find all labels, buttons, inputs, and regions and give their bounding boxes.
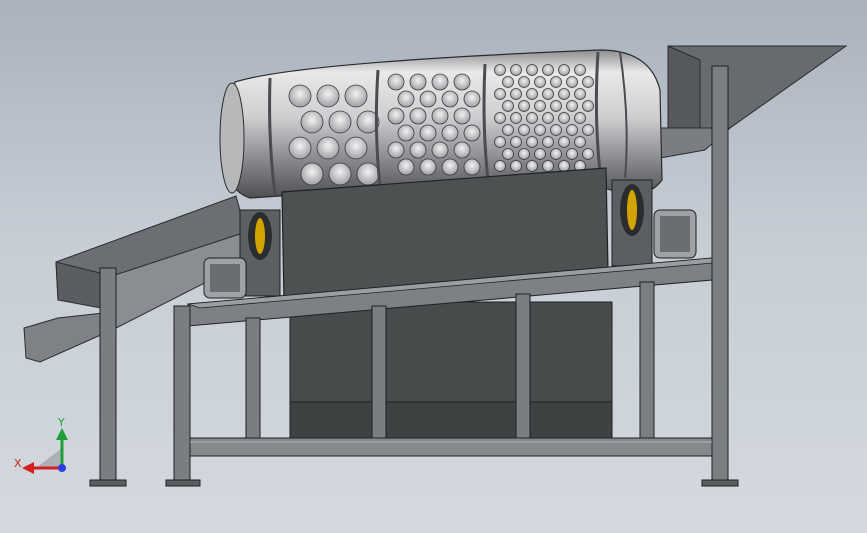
screen-hole <box>542 88 554 100</box>
screen-hole <box>387 73 405 91</box>
screen-hole <box>534 100 546 112</box>
screen-hole <box>494 64 506 76</box>
screen-hole <box>566 76 578 88</box>
screen-hole <box>526 160 538 172</box>
screen-hole <box>510 136 522 148</box>
screen-hole <box>431 73 449 91</box>
screen-hole <box>409 141 427 159</box>
screen-hole <box>328 162 352 186</box>
screen-hole <box>502 100 514 112</box>
screen-hole <box>574 88 586 100</box>
screen-hole <box>534 76 546 88</box>
screen-hole <box>510 88 522 100</box>
screen-hole <box>419 90 437 108</box>
screen-hole <box>550 148 562 160</box>
screen-hole <box>453 107 471 125</box>
screen-hole <box>344 136 368 160</box>
screen-hole <box>494 112 506 124</box>
screen-hole <box>534 124 546 136</box>
screen-hole <box>463 158 481 176</box>
screen-hole <box>582 148 594 160</box>
screen-hole <box>441 124 459 142</box>
screen-hole <box>502 76 514 88</box>
x-axis-label: X <box>14 457 22 470</box>
screen-hole <box>582 124 594 136</box>
screen-hole <box>502 148 514 160</box>
screen-hole <box>419 124 437 142</box>
screen-hole <box>550 124 562 136</box>
screen-hole <box>397 90 415 108</box>
screen-hole <box>463 124 481 142</box>
screen-hole <box>558 112 570 124</box>
screen-hole <box>566 148 578 160</box>
screen-hole <box>534 148 546 160</box>
feed-hopper <box>659 45 848 159</box>
screen-hole <box>582 76 594 88</box>
screen-hole <box>526 112 538 124</box>
screen-hole <box>494 160 506 172</box>
screen-hole <box>441 158 459 176</box>
collection-bins <box>289 301 613 439</box>
screen-hole <box>288 84 312 108</box>
screen-hole <box>494 88 506 100</box>
screen-hole <box>316 84 340 108</box>
screen-hole <box>387 141 405 159</box>
model-view[interactable]: Y X <box>0 0 867 533</box>
frame-bottom-beam <box>189 437 713 457</box>
screen-hole <box>518 124 530 136</box>
screen-hole <box>526 136 538 148</box>
screen-hole <box>566 124 578 136</box>
screen-hole <box>542 160 554 172</box>
screen-hole <box>558 64 570 76</box>
screen-hole <box>409 107 427 125</box>
screen-hole <box>300 162 324 186</box>
screen-hole <box>431 141 449 159</box>
screen-hole <box>316 136 340 160</box>
screen-hole <box>582 100 594 112</box>
screen-hole <box>518 148 530 160</box>
screen-hole <box>328 110 352 134</box>
screen-hole <box>574 112 586 124</box>
screen-hole <box>550 76 562 88</box>
screen-hole <box>558 160 570 172</box>
screen-hole <box>558 136 570 148</box>
axis-triad: Y X <box>14 416 68 474</box>
y-axis-label: Y <box>57 416 65 429</box>
screen-hole <box>542 64 554 76</box>
screen-hole <box>387 107 405 125</box>
screen-hole <box>518 100 530 112</box>
screen-hole <box>431 107 449 125</box>
screen-hole <box>542 112 554 124</box>
screen-hole <box>397 158 415 176</box>
screen-hole <box>510 160 522 172</box>
screen-hole <box>526 88 538 100</box>
screen-hole <box>494 136 506 148</box>
screen-hole <box>441 90 459 108</box>
screen-hole <box>558 88 570 100</box>
screen-hole <box>574 136 586 148</box>
screen-hole <box>550 100 562 112</box>
screen-hole <box>566 100 578 112</box>
screen-hole <box>502 124 514 136</box>
screen-hole <box>409 73 427 91</box>
cad-viewport[interactable]: Y X <box>0 0 867 533</box>
screen-hole <box>542 136 554 148</box>
screen-hole <box>288 136 312 160</box>
screen-hole <box>518 76 530 88</box>
screen-hole <box>419 158 437 176</box>
screen-hole <box>344 84 368 108</box>
screen-hole <box>453 141 471 159</box>
screen-hole <box>574 64 586 76</box>
screen-hole <box>397 124 415 142</box>
screen-hole <box>526 64 538 76</box>
screen-hole <box>463 90 481 108</box>
screen-hole <box>300 110 324 134</box>
screen-hole <box>510 112 522 124</box>
screen-hole <box>453 73 471 91</box>
screen-hole <box>510 64 522 76</box>
screen-hole <box>356 162 380 186</box>
